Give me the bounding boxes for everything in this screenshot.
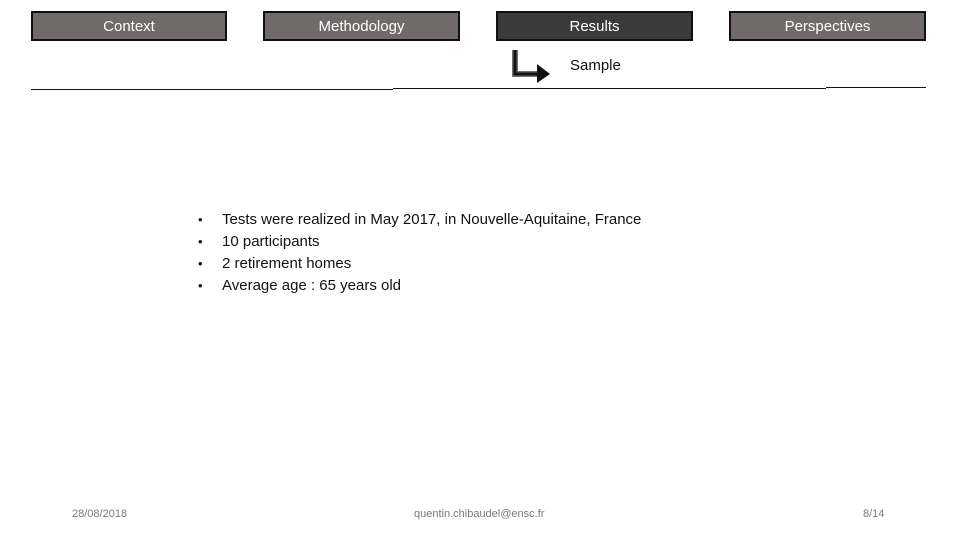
list-item-text: Tests were realized in May 2017, in Nouv… <box>222 211 642 228</box>
tab-label: Methodology <box>318 17 405 35</box>
bullet-list: • Tests were realized in May 2017, in No… <box>198 209 641 297</box>
divider <box>31 89 393 90</box>
list-item-text: 2 retirement homes <box>222 255 352 272</box>
bullet-icon: • <box>198 212 203 227</box>
tab-label: Results <box>569 17 620 35</box>
list-item: • 10 participants <box>198 231 641 253</box>
bullet-icon: • <box>198 234 203 249</box>
tab-label: Context <box>103 17 155 35</box>
tab-methodology[interactable]: Methodology <box>263 11 460 41</box>
list-item: • Average age : 65 years old <box>198 275 641 297</box>
list-item-text: 10 participants <box>222 233 320 250</box>
divider <box>393 88 826 89</box>
subsection-title: Sample <box>570 57 621 74</box>
list-item: • Tests were realized in May 2017, in No… <box>198 209 641 231</box>
footer-email: quentin.chibaudel@ensc.fr <box>414 508 545 520</box>
list-item: • 2 retirement homes <box>198 253 641 275</box>
tab-perspectives[interactable]: Perspectives <box>729 11 926 41</box>
arrow-down-right-icon <box>512 50 550 83</box>
divider <box>826 87 926 88</box>
tab-context[interactable]: Context <box>31 11 227 41</box>
tab-results[interactable]: Results <box>496 11 693 41</box>
footer-date: 28/08/2018 <box>72 508 128 520</box>
tab-label: Perspectives <box>784 17 871 35</box>
page-number: 8/14 <box>863 508 885 520</box>
bullet-icon: • <box>198 278 203 293</box>
bullet-icon: • <box>198 256 203 271</box>
list-item-text: Average age : 65 years old <box>222 277 402 294</box>
